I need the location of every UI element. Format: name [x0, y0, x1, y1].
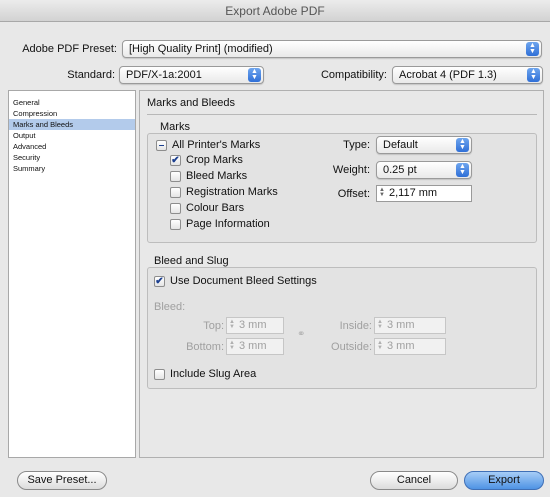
- weight-dropdown[interactable]: 0.25 pt ▲ ▼: [376, 161, 472, 179]
- preset-label: Adobe PDF Preset:: [22, 43, 117, 55]
- compatibility-value: Acrobat 4 (PDF 1.3): [399, 69, 497, 81]
- sidebar-item-security[interactable]: Security: [9, 152, 135, 163]
- page-information-checkbox[interactable]: [170, 219, 181, 230]
- stepper-arrows-icon[interactable]: ▲ ▼: [377, 319, 384, 330]
- top-label: Top:: [203, 320, 224, 332]
- bleed-marks-checkbox[interactable]: [170, 171, 181, 182]
- sidebar-item-advanced[interactable]: Advanced: [9, 141, 135, 152]
- cancel-button[interactable]: Cancel: [370, 471, 458, 490]
- crop-marks-label: Crop Marks: [186, 154, 243, 166]
- sidebar-item-general[interactable]: General: [9, 97, 135, 108]
- main-panel: Marks and Bleeds Marks – All Printer's M…: [139, 90, 544, 458]
- top-bleed-field[interactable]: ▲ ▼ 3 mm: [226, 317, 284, 334]
- preset-value: [High Quality Print] (modified): [129, 43, 273, 55]
- compatibility-dropdown[interactable]: Acrobat 4 (PDF 1.3) ▲ ▼: [392, 66, 543, 84]
- chevron-updown-icon: ▲ ▼: [456, 163, 469, 177]
- type-label: Type:: [343, 139, 370, 151]
- window-title: Export Adobe PDF: [0, 0, 550, 22]
- bleed-slug-group-label: Bleed and Slug: [154, 255, 229, 267]
- include-slug-label: Include Slug Area: [170, 368, 257, 380]
- type-value: Default: [383, 139, 418, 151]
- compatibility-label: Compatibility:: [320, 69, 387, 81]
- chevron-updown-icon: ▲ ▼: [526, 42, 539, 56]
- preset-dropdown[interactable]: [High Quality Print] (modified) ▲ ▼: [122, 40, 542, 58]
- stepper-arrows-icon[interactable]: ▲ ▼: [379, 187, 386, 198]
- offset-label: Offset:: [337, 188, 370, 200]
- top-bleed-value: 3 mm: [239, 319, 267, 331]
- use-document-bleed-label: Use Document Bleed Settings: [170, 275, 317, 287]
- bottom-label: Bottom:: [186, 341, 224, 353]
- bottom-bleed-field[interactable]: ▲ ▼ 3 mm: [226, 338, 284, 355]
- page-title: Marks and Bleeds: [147, 97, 236, 109]
- standard-label: Standard:: [67, 69, 115, 81]
- marks-group-label: Marks: [160, 121, 190, 133]
- colour-bars-label: Colour Bars: [186, 202, 245, 214]
- stepper-arrows-icon[interactable]: ▲ ▼: [229, 319, 236, 330]
- offset-value: 2,117 mm: [389, 187, 438, 199]
- registration-marks-checkbox[interactable]: [170, 187, 181, 198]
- save-preset-button[interactable]: Save Preset...: [17, 471, 107, 490]
- inside-label: Inside:: [339, 320, 372, 332]
- inside-bleed-field[interactable]: ▲ ▼ 3 mm: [374, 317, 446, 334]
- chevron-updown-icon: ▲ ▼: [456, 138, 469, 152]
- bleed-label: Bleed:: [154, 301, 186, 313]
- standard-dropdown[interactable]: PDF/X-1a:2001 ▲ ▼: [119, 66, 264, 84]
- use-document-bleed-checkbox[interactable]: ✔: [154, 276, 165, 287]
- stepper-arrows-icon[interactable]: ▲ ▼: [229, 340, 236, 351]
- colour-bars-checkbox[interactable]: [170, 203, 181, 214]
- chevron-updown-icon: ▲ ▼: [248, 68, 261, 82]
- outside-bleed-value: 3 mm: [387, 340, 415, 352]
- export-button[interactable]: Export: [464, 471, 544, 490]
- offset-field[interactable]: ▲ ▼ 2,117 mm: [376, 185, 472, 202]
- all-printers-marks-checkbox[interactable]: –: [156, 140, 167, 151]
- sidebar-item-marks-and-bleeds[interactable]: Marks and Bleeds: [9, 119, 135, 130]
- inside-bleed-value: 3 mm: [387, 319, 415, 331]
- weight-label: Weight:: [332, 164, 370, 176]
- weight-value: 0.25 pt: [383, 164, 417, 176]
- sidebar-item-output[interactable]: Output: [9, 130, 135, 141]
- sidebar-item-compression[interactable]: Compression: [9, 108, 135, 119]
- chevron-updown-icon: ▲ ▼: [527, 68, 540, 82]
- all-printers-marks-label: All Printer's Marks: [172, 139, 261, 151]
- standard-value: PDF/X-1a:2001: [126, 69, 202, 81]
- bleed-marks-label: Bleed Marks: [186, 170, 248, 182]
- crop-marks-checkbox[interactable]: ✔: [170, 155, 181, 166]
- divider: [147, 114, 537, 115]
- include-slug-checkbox[interactable]: [154, 369, 165, 380]
- sidebar-panel-list: General Compression Marks and Bleeds Out…: [8, 90, 136, 458]
- page-information-label: Page Information: [186, 218, 270, 230]
- outside-bleed-field[interactable]: ▲ ▼ 3 mm: [374, 338, 446, 355]
- type-dropdown[interactable]: Default ▲ ▼: [376, 136, 472, 154]
- sidebar-item-summary[interactable]: Summary: [9, 163, 135, 174]
- bottom-bleed-value: 3 mm: [239, 340, 267, 352]
- registration-marks-label: Registration Marks: [186, 186, 278, 198]
- outside-label: Outside:: [331, 341, 372, 353]
- stepper-arrows-icon[interactable]: ▲ ▼: [377, 340, 384, 351]
